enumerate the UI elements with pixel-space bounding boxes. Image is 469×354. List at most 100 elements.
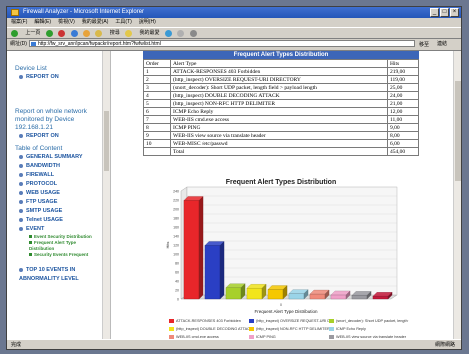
browser-app-icon <box>11 9 19 16</box>
sidebar: Device List REPORT ON Report on whole ne… <box>7 51 111 340</box>
address-url[interactable]: http://fw_srv_anr/ipcan/fwpackr/report.h… <box>38 41 161 46</box>
chart-ytick-label: 100 <box>173 253 179 257</box>
toc-item-label[interactable]: PROTOCOL <box>26 181 57 187</box>
favorites-star-icon[interactable] <box>125 30 133 37</box>
table-row: 2 (http_inspect) OVERSIZE REQUEST-URI DIR… <box>143 75 419 84</box>
toc-item-label[interactable]: FIREWALL <box>26 172 54 178</box>
square-bullet-icon <box>29 253 32 257</box>
search-icon[interactable] <box>95 30 103 37</box>
stop-icon[interactable] <box>58 30 66 37</box>
event-subitem-label[interactable]: Event Security Distribution <box>34 234 92 239</box>
toc-item[interactable]: FIREWALL <box>19 171 110 180</box>
bullet-icon <box>19 217 23 222</box>
toc-item-label[interactable]: SMTP USAGE <box>26 208 62 214</box>
table-header-cell: Order <box>143 59 171 68</box>
toc-title: Table of Content <box>15 145 63 152</box>
favorites-button-label[interactable]: 我的最愛 <box>140 30 160 36</box>
sidebar-scroll-thumb[interactable] <box>104 111 109 171</box>
bullet-icon <box>19 226 23 231</box>
forward-arrow-icon[interactable] <box>45 30 53 37</box>
mail-icon[interactable] <box>177 30 185 37</box>
chart-bar <box>183 200 200 300</box>
device-report-link[interactable]: REPORT ON <box>19 73 110 82</box>
toc-item-label[interactable]: EVENT <box>26 226 44 232</box>
toc-item-label[interactable]: FTP USAGE <box>26 199 57 205</box>
toc-item[interactable]: FTP USAGE <box>19 198 110 207</box>
toc-item-label[interactable]: WEB USAGE <box>26 190 60 196</box>
refresh-icon[interactable] <box>70 30 78 37</box>
sidebar-scrollbar[interactable] <box>102 51 110 340</box>
alert-chart: Frequent Alert Types Distribution 0 20 40 60… <box>143 175 419 340</box>
table-cell: (http_inspect) DOUBLE DECODING ATTACK <box>170 91 388 100</box>
toc-item[interactable]: GENERAL SUMMARY <box>19 153 110 162</box>
chart-bar <box>372 296 389 300</box>
legend-label: (http_inspect) DOUBLE DECODING ATTACK <box>176 327 249 331</box>
go-button[interactable]: 移至 <box>419 40 429 50</box>
table-cell: Total <box>170 147 388 156</box>
table-cell: 4 <box>143 91 171 100</box>
top10-events-link[interactable]: TOP 10 EVENTS IN ABNORMALITY LEVEL <box>19 266 99 284</box>
toc-item[interactable]: BANDWIDTH <box>19 162 110 171</box>
status-text: 完成 <box>11 342 22 348</box>
main-scrollbar[interactable] <box>453 51 461 340</box>
table-cell: (snort_decoder): Short UDP packet, lengt… <box>170 83 388 92</box>
menu-item[interactable]: 我的最愛(A) <box>82 19 109 25</box>
toc-list: GENERAL SUMMARY BANDWIDTH FIREWALL PROTOCOL… <box>7 153 110 234</box>
menu-item[interactable]: 編輯(E) <box>34 19 51 25</box>
address-input[interactable]: http://fw_srv_anr/ipcan/fwpackr/report.h… <box>29 40 415 47</box>
table-cell: WEB-IIS view source via translate header <box>170 131 388 140</box>
report-on-link[interactable]: REPORT ON <box>19 132 110 141</box>
minimize-button[interactable]: _ <box>430 8 439 17</box>
toc-item-label[interactable]: GENERAL SUMMARY <box>26 154 83 160</box>
back-arrow-icon[interactable] <box>11 30 18 37</box>
media-icon[interactable] <box>164 30 172 37</box>
links-button[interactable]: 連結 <box>437 39 447 49</box>
back-button-label[interactable]: 上一頁 <box>25 30 40 36</box>
table-cell: 24,00 <box>387 91 419 100</box>
menu-item[interactable]: 說明(H) <box>139 19 156 25</box>
event-subitem[interactable]: Frequent Alert Type Distribution <box>29 240 99 252</box>
toc-item[interactable]: SMTP USAGE <box>19 207 110 216</box>
window-title: Firewall Analyzer - Microsoft Internet E… <box>23 9 145 15</box>
chart-ylabel: Hits <box>165 242 170 249</box>
table-cell: (http_inspect) NON-RFC HTTP DELIMITER <box>170 99 388 108</box>
chart-ytick-label: 220 <box>173 199 179 203</box>
chart-ytick-label: 40 <box>175 280 179 284</box>
menu-item[interactable]: 工具(T) <box>115 19 131 25</box>
event-subitem-label[interactable]: Security Events Frequent <box>34 252 88 257</box>
toc-item[interactable]: WEB USAGE <box>19 189 110 198</box>
main-panel: Frequent Alert Types Distribution Order A… <box>111 51 453 340</box>
legend-item: (http_inspect) OVERSIZE REQUEST-URI DIRE… <box>249 318 329 324</box>
table-cell: 2 <box>143 75 171 84</box>
table-row: 5 (http_inspect) NON-RFC HTTP DELIMITER 21… <box>143 99 419 108</box>
toc-item-label[interactable]: Telnet USAGE <box>26 217 63 223</box>
table-header-cell: Hits <box>387 59 419 68</box>
toc-item[interactable]: PROTOCOL <box>19 180 110 189</box>
table-row: 9 WEB-IIS view source via translate heade… <box>143 131 419 140</box>
event-subitem-label[interactable]: Frequent Alert Type Distribution <box>29 240 76 251</box>
page-content: Device List REPORT ON Report on whole ne… <box>7 50 461 340</box>
menu-item[interactable]: 檔案(F) <box>11 19 27 25</box>
legend-item: (http_inspect) DOUBLE DECODING ATTACK <box>169 326 249 332</box>
toc-item[interactable]: EVENT <box>19 225 110 234</box>
maximize-button[interactable]: □ <box>440 8 449 17</box>
table-title: Frequent Alert Types Distribution <box>143 51 419 59</box>
table-cell: 454,00 <box>387 147 419 156</box>
table-cell: 8 <box>143 123 171 132</box>
toc-item[interactable]: Telnet USAGE <box>19 216 110 225</box>
table-row: 8 ICMP PING 9,00 <box>143 123 419 132</box>
main-scroll-thumb[interactable] <box>455 81 461 181</box>
search-button-label[interactable]: 搜尋 <box>110 30 120 36</box>
legend-swatch <box>249 327 254 331</box>
menu-bar: 檔案(F) 編輯(E) 檢視(V) 我的最愛(A) 工具(T) 說明(H) <box>7 18 461 27</box>
bullet-icon <box>19 74 23 79</box>
print-icon[interactable] <box>189 30 197 37</box>
close-button[interactable]: × <box>450 8 459 17</box>
table-cell: 3 <box>143 83 171 92</box>
chart-ytick-label: 200 <box>173 208 179 212</box>
toc-item-label[interactable]: BANDWIDTH <box>26 163 60 169</box>
home-icon[interactable] <box>82 30 90 37</box>
chart-bar <box>309 293 326 300</box>
chart-bar <box>351 295 368 300</box>
menu-item[interactable]: 檢視(V) <box>58 19 75 25</box>
